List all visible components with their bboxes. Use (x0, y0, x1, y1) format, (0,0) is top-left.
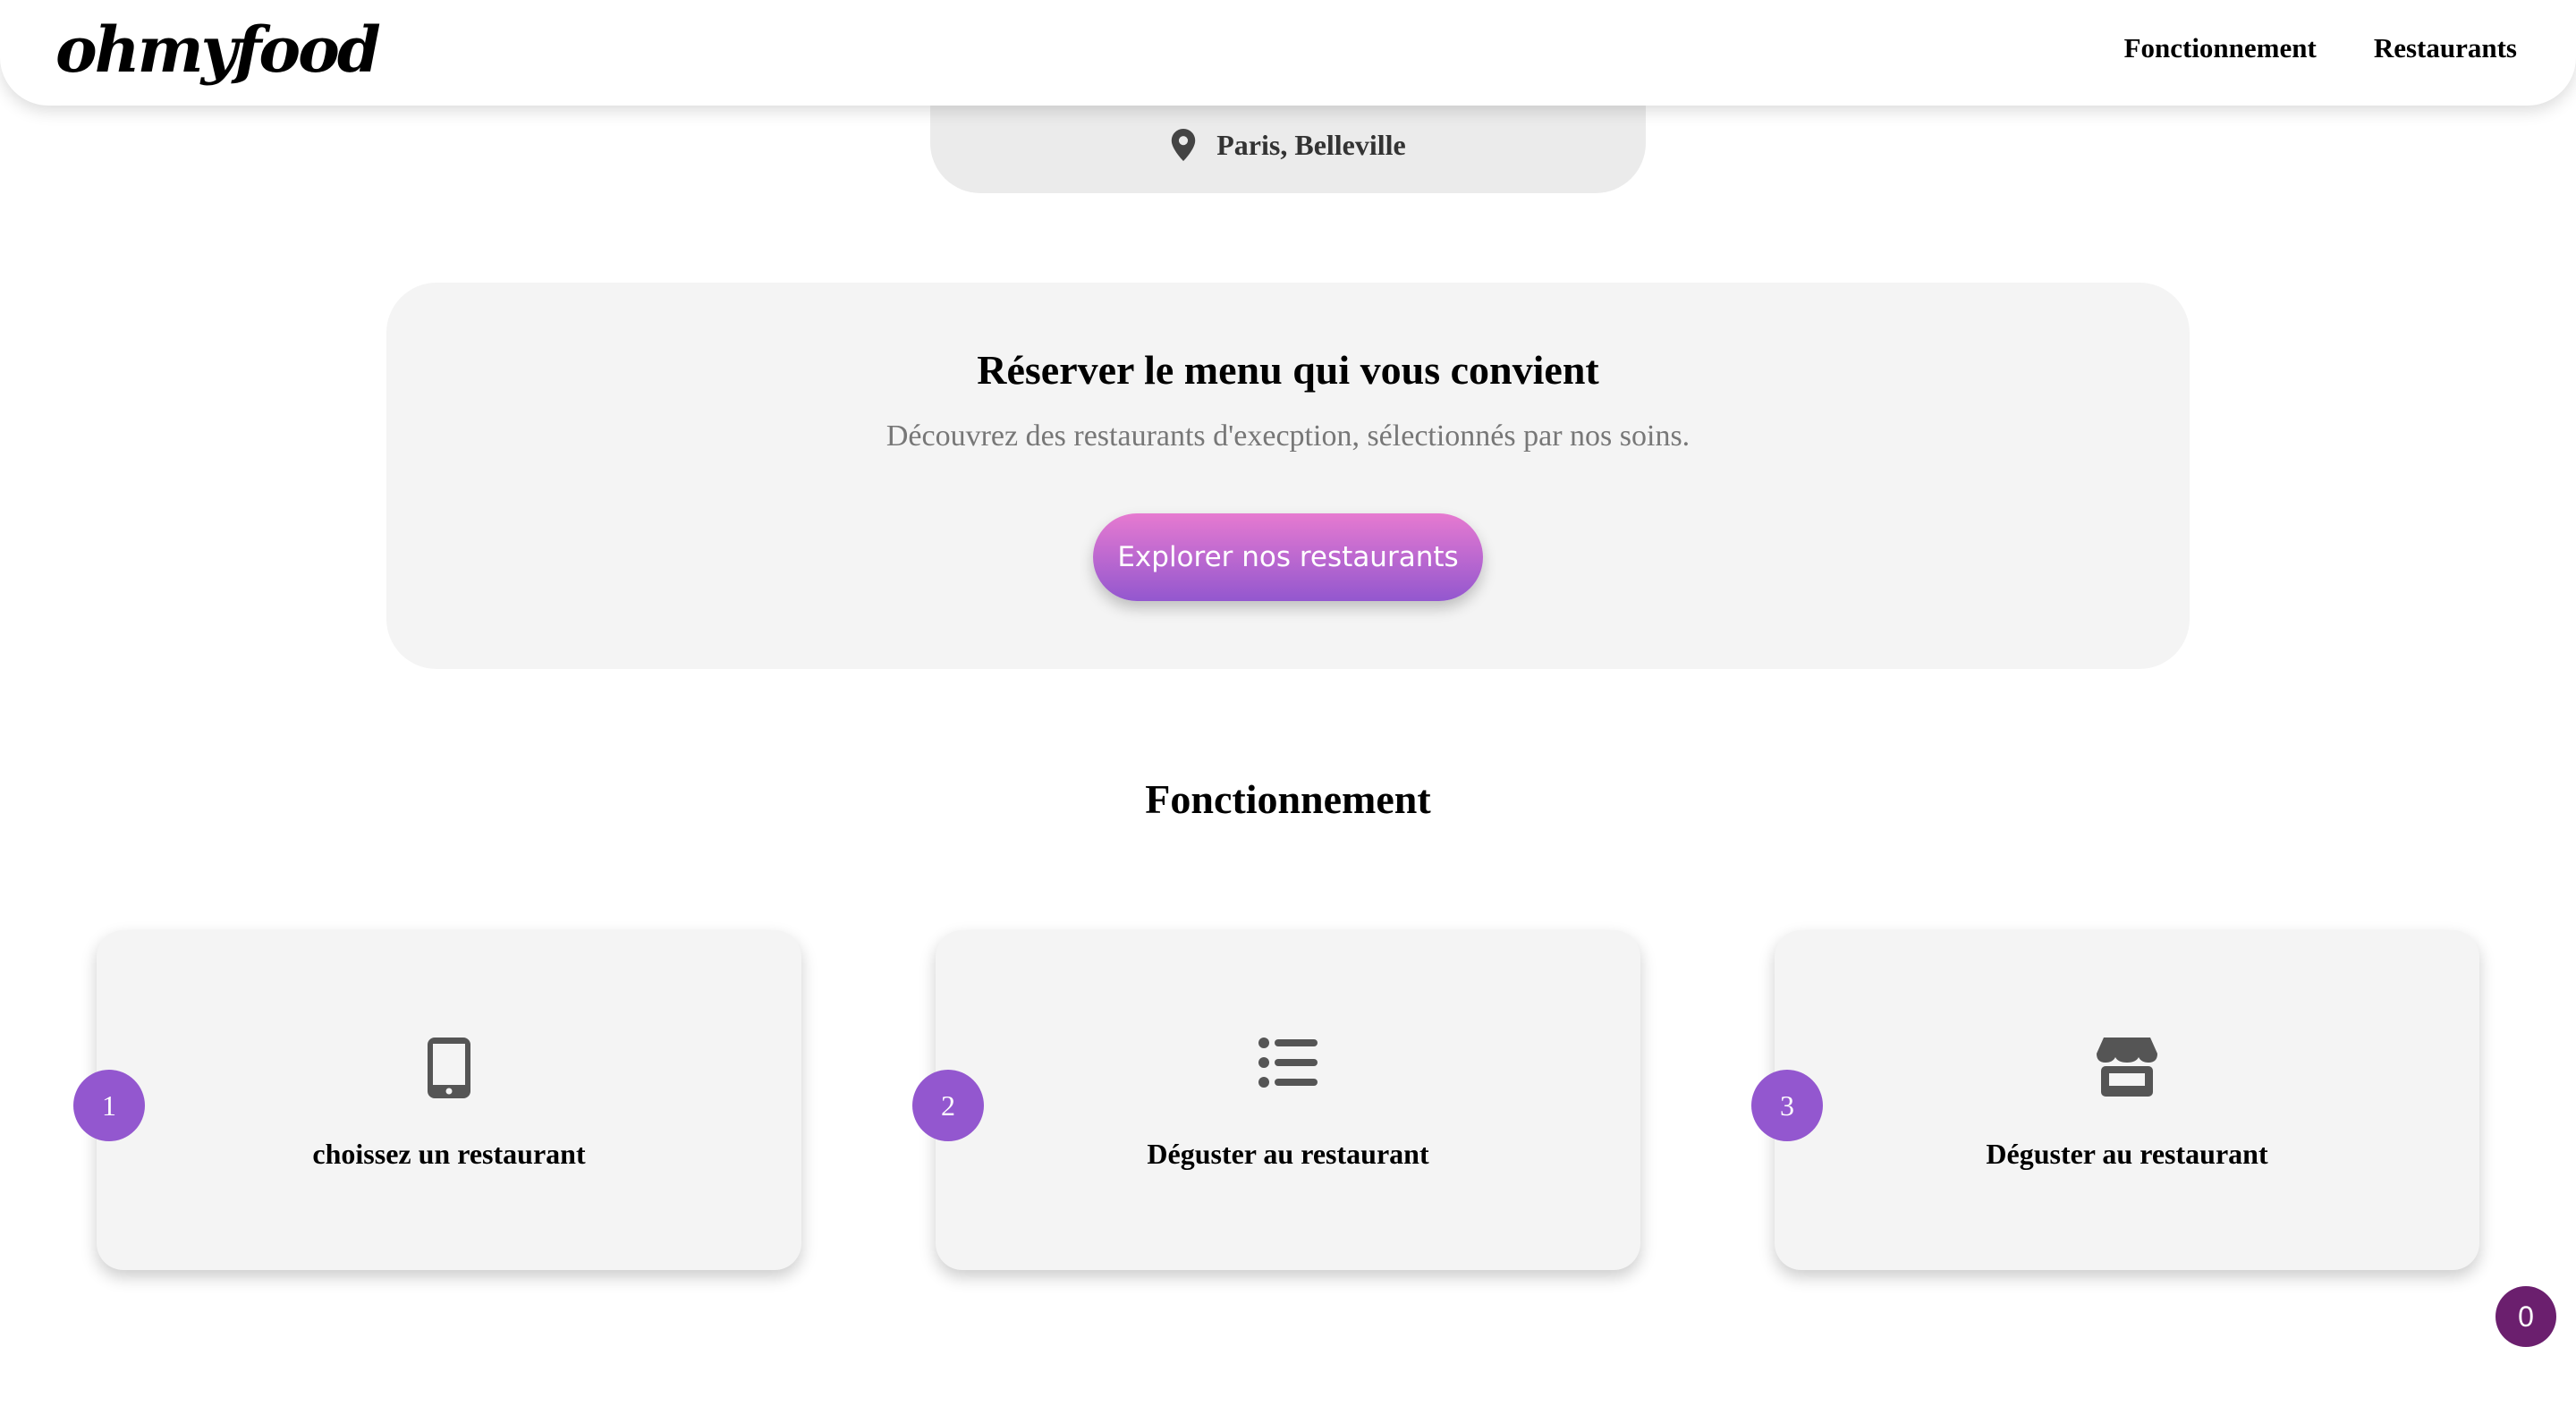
section-title-fonctionnement: Fonctionnement (1145, 776, 1431, 822)
step-card-3: Déguster au restaurant (1775, 930, 2479, 1270)
site-logo[interactable]: ohmyfood (55, 5, 381, 95)
location-text: Paris, Belleville (1216, 129, 1406, 161)
list-icon (1258, 1038, 1318, 1088)
step-label-2: Déguster au restaurant (1147, 1138, 1429, 1170)
nav-link-fonctionnement[interactable]: Fonctionnement (2124, 30, 2317, 66)
map-pin-icon (1170, 129, 1197, 161)
mobile-phone-icon (428, 1038, 470, 1098)
step-card-1: choissez un restaurant (97, 930, 801, 1270)
reserve-title: Réserver le menu qui vous convient (977, 347, 1599, 393)
step-number-1: 1 (73, 1070, 145, 1141)
reserve-subtitle: Découvrez des restaurants d'execption, s… (886, 419, 1690, 453)
main-nav: Fonctionnement Restaurants (2124, 30, 2517, 66)
counter-badge[interactable]: 0 (2496, 1286, 2556, 1347)
explore-restaurants-button[interactable]: Explorer nos restaurants (1093, 513, 1483, 601)
step-label-1: choissez un restaurant (312, 1138, 586, 1170)
store-icon (2097, 1038, 2157, 1097)
step-card-2: Déguster au restaurant (936, 930, 1640, 1270)
step-label-3: Déguster au restaurant (1986, 1138, 2268, 1170)
nav-link-restaurants[interactable]: Restaurants (2374, 30, 2517, 66)
step-number-3: 3 (1751, 1070, 1823, 1141)
reserve-section: Réserver le menu qui vous convient Décou… (386, 283, 2190, 669)
step-number-2: 2 (912, 1070, 984, 1141)
site-header: ohmyfood Fonctionnement Restaurants (0, 0, 2576, 106)
